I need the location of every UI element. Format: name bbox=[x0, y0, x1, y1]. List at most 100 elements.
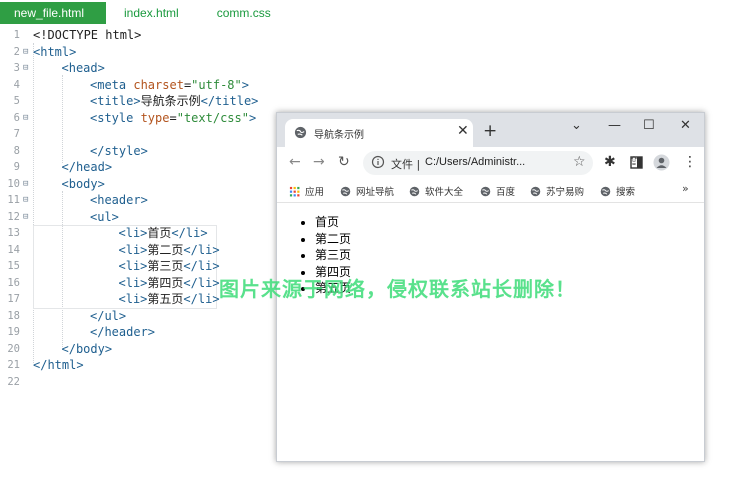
bookmark-label: 搜索 bbox=[616, 187, 636, 198]
maximize-icon[interactable]: ☐ bbox=[643, 118, 655, 133]
page-content: 首页第二页第三页第四页第五页 bbox=[277, 204, 704, 461]
back-arrow-icon[interactable]: ← bbox=[289, 154, 301, 170]
fold-toggle-icon[interactable]: ⊟ bbox=[23, 44, 31, 61]
window-close-icon[interactable]: ✕ bbox=[680, 118, 691, 133]
line-number: 5 bbox=[13, 95, 20, 107]
line-number: 16 bbox=[7, 276, 20, 289]
browser-tab[interactable]: 导航条示例 ✕ bbox=[285, 119, 473, 147]
code-token: </ul> bbox=[90, 308, 127, 323]
reload-icon[interactable]: ↻ bbox=[338, 154, 350, 170]
browser-tab-title: 导航条示例 bbox=[314, 130, 364, 141]
line-number: 7 bbox=[13, 128, 20, 140]
code-token: </title> bbox=[200, 94, 259, 108]
code-token: </style> bbox=[90, 143, 148, 158]
bookmark-item[interactable]: 搜索 bbox=[600, 184, 635, 198]
fold-toggle-icon[interactable]: ⊟ bbox=[23, 176, 31, 193]
line-number: 12 bbox=[7, 210, 20, 223]
code-text: <li>第四页</li> bbox=[119, 275, 220, 292]
line-number: 3 bbox=[13, 62, 20, 74]
code-token: </head> bbox=[61, 160, 113, 174]
code-token: <!DOCTYPE html> bbox=[33, 28, 142, 42]
code-token: </li> bbox=[171, 226, 208, 240]
bookmark-label: 应用 bbox=[305, 187, 325, 198]
bookmark-item[interactable]: 苏宁易购 bbox=[530, 184, 584, 198]
code-text: <body> bbox=[62, 176, 105, 193]
code-token: <meta bbox=[90, 77, 134, 92]
globe-icon bbox=[409, 186, 420, 196]
fold-toggle-icon[interactable]: ⊟ bbox=[23, 60, 31, 77]
line-number: 10 bbox=[7, 177, 20, 190]
code-token: <li> bbox=[118, 275, 148, 290]
side-panel-icon[interactable] bbox=[630, 156, 643, 169]
star-icon[interactable]: ☆ bbox=[573, 154, 586, 170]
line-number: 14 bbox=[7, 243, 20, 256]
code-token: = bbox=[169, 110, 177, 125]
close-icon[interactable]: ✕ bbox=[457, 123, 469, 139]
code-token: </li> bbox=[183, 292, 220, 306]
bookmarks-more-icon[interactable]: » bbox=[682, 182, 689, 195]
code-text: <title>导航条示例</title> bbox=[90, 93, 258, 110]
code-text: </body> bbox=[62, 341, 113, 358]
code-text: </head> bbox=[62, 159, 113, 176]
profile-avatar-icon[interactable] bbox=[653, 154, 670, 171]
code-token: charset bbox=[133, 77, 184, 92]
tab-new-file-html[interactable]: new_file.html bbox=[0, 2, 106, 24]
tab-index-html[interactable]: index.html bbox=[110, 2, 193, 24]
code-token: <ul> bbox=[90, 209, 119, 224]
line-number: 8 bbox=[13, 144, 20, 157]
line-number: 20 bbox=[7, 342, 20, 355]
bookmark-label: 百度 bbox=[496, 187, 516, 198]
bookmark-item[interactable]: 软件大全 bbox=[409, 184, 463, 198]
chevron-down-icon[interactable]: ⌄ bbox=[571, 118, 582, 133]
forward-arrow-icon[interactable]: → bbox=[313, 154, 325, 170]
nav-list-item: 第三页 bbox=[315, 247, 351, 264]
code-token: </header> bbox=[90, 325, 156, 339]
bookmark-item[interactable]: 百度 bbox=[480, 184, 515, 198]
code-token: type bbox=[140, 110, 170, 125]
address-bar[interactable]: 文件 | C:/Users/Administr... ⇪ bbox=[363, 151, 639, 175]
indent-guide bbox=[33, 43, 34, 363]
code-token: 首页 bbox=[147, 226, 172, 240]
line-number: 11 bbox=[7, 194, 20, 206]
editor-tab-bar: new_file.html index.html comm.css bbox=[0, 0, 739, 24]
code-token: <li> bbox=[118, 226, 148, 240]
code-token: </body> bbox=[61, 341, 113, 356]
globe-icon bbox=[600, 186, 611, 196]
tab-comm-css[interactable]: comm.css bbox=[203, 2, 285, 24]
code-text: <style type="text/css"> bbox=[90, 110, 256, 127]
line-number: 9 bbox=[13, 161, 20, 173]
browser-toolbar: ← → ↻ 文件 | C:/Users/Administr... ⇪ ☆ ✱ ⋮ bbox=[277, 147, 704, 179]
bookmark-label: 苏宁易购 bbox=[546, 187, 585, 198]
code-token: </li> bbox=[183, 242, 220, 257]
fold-toggle-icon[interactable]: ⊟ bbox=[23, 110, 31, 127]
line-number: 21 bbox=[7, 359, 20, 371]
code-token: 第五页 bbox=[147, 292, 184, 306]
bookmark-item[interactable]: 应用 bbox=[289, 184, 324, 198]
extensions-icon[interactable]: ✱ bbox=[604, 154, 616, 170]
fold-toggle-icon[interactable]: ⊟ bbox=[23, 192, 31, 209]
menu-icon[interactable]: ⋮ bbox=[683, 154, 697, 170]
code-token: <html> bbox=[33, 44, 77, 59]
code-text: <meta charset="utf-8"> bbox=[90, 77, 249, 94]
code-text: <!DOCTYPE html> bbox=[33, 27, 141, 44]
code-token: "utf-8" bbox=[191, 77, 242, 92]
minimize-icon[interactable]: — bbox=[608, 118, 621, 133]
line-number: 4 bbox=[13, 78, 20, 91]
address-url[interactable]: C:/Users/Administr... bbox=[425, 156, 525, 168]
line-number: 19 bbox=[7, 326, 20, 338]
new-tab-button[interactable]: + bbox=[483, 121, 497, 141]
address-scheme-label: 文件 | bbox=[391, 158, 421, 171]
globe-icon bbox=[480, 186, 491, 196]
line-number: 18 bbox=[7, 309, 20, 322]
code-token: </html> bbox=[33, 358, 84, 372]
code-text: <li>第五页</li> bbox=[119, 291, 220, 308]
line-number: 17 bbox=[7, 293, 20, 305]
code-token: <style bbox=[90, 110, 141, 125]
code-text: <header> bbox=[90, 192, 148, 209]
fold-toggle-icon[interactable]: ⊟ bbox=[23, 209, 31, 226]
code-token: > bbox=[248, 110, 257, 125]
bookmark-item[interactable]: 网址导航 bbox=[340, 184, 394, 198]
code-text: </html> bbox=[33, 357, 84, 374]
bookmarks-bar: » 应用 网址导航 软件大全 百度 苏宁易购 搜索 bbox=[277, 179, 704, 203]
info-icon[interactable] bbox=[371, 155, 385, 169]
